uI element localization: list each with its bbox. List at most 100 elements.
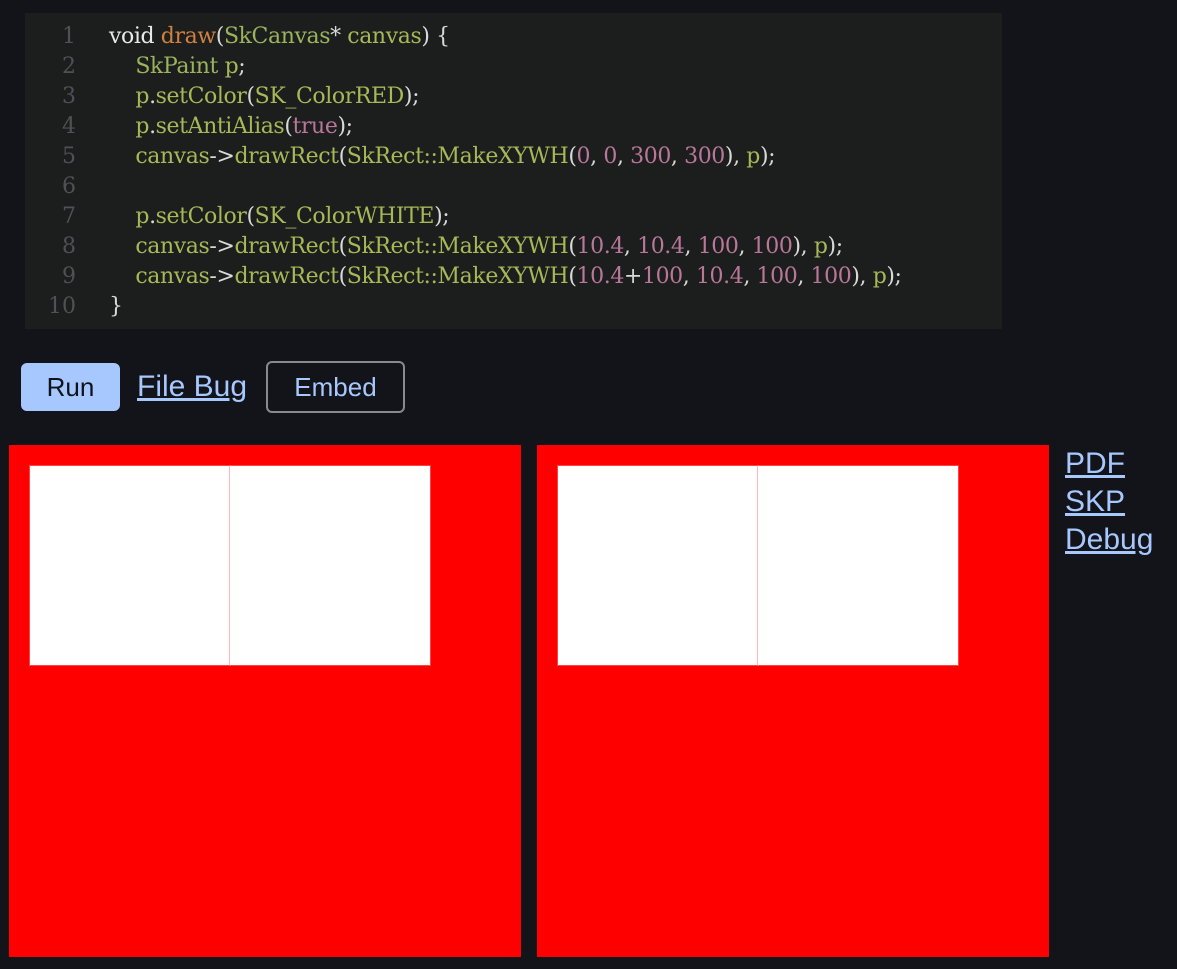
- white-rect-left: [30, 466, 230, 665]
- run-button[interactable]: Run: [21, 363, 120, 411]
- code-token: setAntiAlias: [155, 114, 285, 139]
- output-links: PDF SKP Debug: [1065, 445, 1153, 559]
- line-code: canvas->drawRect(SkRect::MakeXYWH(10.4+1…: [109, 262, 902, 292]
- line-number: 2: [62, 54, 76, 79]
- code-token: ,: [743, 264, 757, 289]
- code-token: canvas: [347, 24, 422, 49]
- code-token: ,: [797, 264, 811, 289]
- code-token: 300: [630, 144, 671, 169]
- white-rect-right: [230, 466, 430, 665]
- skp-link[interactable]: SKP: [1065, 483, 1153, 521]
- code-token: ->: [209, 234, 235, 259]
- code-token: 10.4: [576, 264, 625, 289]
- code-token: canvas: [135, 144, 210, 169]
- code-token: 100: [641, 264, 683, 289]
- code-token: +: [623, 264, 642, 289]
- code-token: p: [135, 204, 150, 229]
- line-code: p.setColor(SK_ColorRED);: [109, 82, 419, 112]
- code-token: );: [403, 84, 420, 109]
- code-token: ,: [682, 264, 696, 289]
- code-token: void: [109, 24, 161, 49]
- code-token: (: [246, 204, 255, 229]
- code-token: drawRect: [234, 234, 339, 259]
- code-token: .: [149, 84, 156, 109]
- code-token: (: [215, 24, 225, 49]
- code-token: p: [135, 114, 150, 139]
- code-token: (: [338, 234, 348, 259]
- embed-button[interactable]: Embed: [266, 361, 405, 413]
- code-token: 10.4: [695, 264, 744, 289]
- code-token: );: [434, 204, 450, 229]
- code-token: true: [292, 114, 338, 139]
- code-token: (: [568, 144, 577, 169]
- code-token: draw: [160, 24, 216, 49]
- code-token: canvas: [135, 264, 210, 289]
- code-token: (: [568, 234, 577, 259]
- line-number: 5: [62, 144, 76, 169]
- file-bug-link[interactable]: File Bug: [137, 368, 247, 406]
- line-code: canvas->drawRect(SkRect::MakeXYWH(10.4, …: [109, 232, 843, 262]
- code-token: ),: [851, 264, 873, 289]
- code-token: ,: [623, 234, 638, 259]
- line-number: 7: [62, 204, 76, 229]
- code-token: (: [284, 114, 293, 139]
- code-token: 0: [603, 144, 617, 169]
- line-code: p.setColor(SK_ColorWHITE);: [109, 202, 449, 232]
- code-token: }: [109, 294, 123, 319]
- code-token: 10.4: [576, 234, 625, 259]
- line-number: 8: [62, 234, 76, 259]
- code-token: ,: [684, 234, 698, 259]
- code-token: );: [759, 144, 776, 169]
- code-token: ,: [738, 234, 752, 259]
- code-token: ) {: [421, 24, 450, 49]
- code-editor[interactable]: 1 void draw(SkCanvas* canvas) {2 SkPaint …: [25, 13, 1002, 329]
- line-number: 10: [48, 294, 76, 319]
- white-rect-left: [558, 466, 758, 665]
- code-token: *: [330, 24, 348, 49]
- code-token: ->: [209, 264, 235, 289]
- line-number: 9: [62, 264, 76, 289]
- line-number: 4: [62, 114, 76, 139]
- code-token: SK_ColorWHITE: [254, 204, 435, 229]
- code-token: (: [568, 264, 577, 289]
- code-token: ,: [670, 144, 685, 169]
- code-token: .: [149, 204, 156, 229]
- line-number: 3: [62, 84, 76, 109]
- code-token: SkRect::MakeXYWH: [346, 264, 569, 289]
- gpu-output-canvas: [537, 445, 1049, 957]
- code-token: p: [872, 264, 887, 289]
- code-token: p: [746, 144, 760, 169]
- code-token: p: [135, 84, 150, 109]
- code-token: ,: [590, 144, 604, 169]
- line-code: }: [109, 292, 123, 322]
- line-number: 6: [62, 174, 76, 199]
- code-token: SkCanvas: [223, 24, 331, 49]
- code-token: SkPaint: [135, 54, 218, 79]
- code-token: p: [224, 54, 239, 79]
- code-token: 0: [576, 144, 591, 169]
- cpu-output-canvas: [9, 445, 521, 957]
- line-number: 1: [62, 24, 76, 49]
- line-code: canvas->drawRect(SkRect::MakeXYWH(0, 0, …: [109, 142, 775, 172]
- code-token: 100: [810, 264, 852, 289]
- code-token: 10.4: [637, 234, 685, 259]
- line-code: void draw(SkCanvas* canvas) {: [109, 22, 450, 52]
- pdf-link[interactable]: PDF: [1065, 445, 1153, 483]
- code-token: canvas: [135, 234, 210, 259]
- code-token: drawRect: [234, 264, 339, 289]
- debug-link[interactable]: Debug: [1065, 521, 1153, 559]
- code-token: drawRect: [234, 144, 339, 169]
- white-rect-right: [758, 466, 958, 665]
- line-code: p.setAntiAlias(true);: [109, 112, 353, 142]
- code-token: );: [827, 234, 844, 259]
- code-token: ,: [616, 144, 631, 169]
- code-token: (: [246, 84, 255, 109]
